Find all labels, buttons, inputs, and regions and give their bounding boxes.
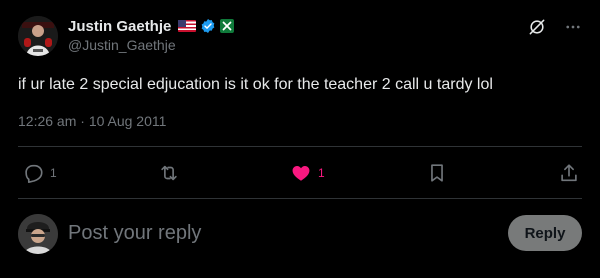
author-display-name[interactable]: Justin Gaethje xyxy=(68,18,171,35)
author-avatar[interactable] xyxy=(18,16,58,56)
current-user-avatar[interactable] xyxy=(18,214,58,254)
reply-icon xyxy=(25,164,43,183)
tweet-detail: Justin Gaethje @Justin_Gaethje if ur lat… xyxy=(0,0,600,278)
reply-count: 1 xyxy=(50,166,57,180)
user-avatar-icon xyxy=(18,214,58,254)
grok-icon[interactable] xyxy=(526,16,548,38)
share-icon xyxy=(561,164,577,182)
tweet-text: if ur late 2 special edjucation is it ok… xyxy=(18,76,493,93)
header-actions xyxy=(526,16,584,38)
divider-top xyxy=(18,146,582,147)
retweet-icon xyxy=(161,165,177,181)
verified-badge-icon[interactable] xyxy=(200,18,216,34)
reply-button[interactable]: Reply xyxy=(508,215,582,251)
tweet-actions: 1 1 xyxy=(18,158,582,188)
retweet-action[interactable] xyxy=(158,158,186,188)
like-count: 1 xyxy=(318,166,325,180)
reply-composer: Reply xyxy=(0,206,600,262)
tweet-timestamp[interactable]: 12:26 am · 10 Aug 2011 xyxy=(18,113,166,129)
bookmark-action[interactable] xyxy=(426,158,448,188)
divider-bottom xyxy=(18,198,582,199)
reply-action[interactable]: 1 xyxy=(22,158,57,188)
like-action[interactable]: 1 xyxy=(290,158,325,188)
heart-filled-icon xyxy=(292,165,310,181)
bookmark-icon xyxy=(431,164,443,182)
x-badge-icon xyxy=(220,19,235,33)
author-name-row: Justin Gaethje xyxy=(68,16,235,36)
share-action[interactable] xyxy=(558,158,580,188)
reply-input[interactable] xyxy=(68,220,488,246)
more-icon[interactable] xyxy=(562,16,584,38)
us-flag-icon xyxy=(178,20,197,32)
author-handle[interactable]: @Justin_Gaethje xyxy=(68,37,176,53)
fighter-avatar-icon xyxy=(18,16,58,56)
